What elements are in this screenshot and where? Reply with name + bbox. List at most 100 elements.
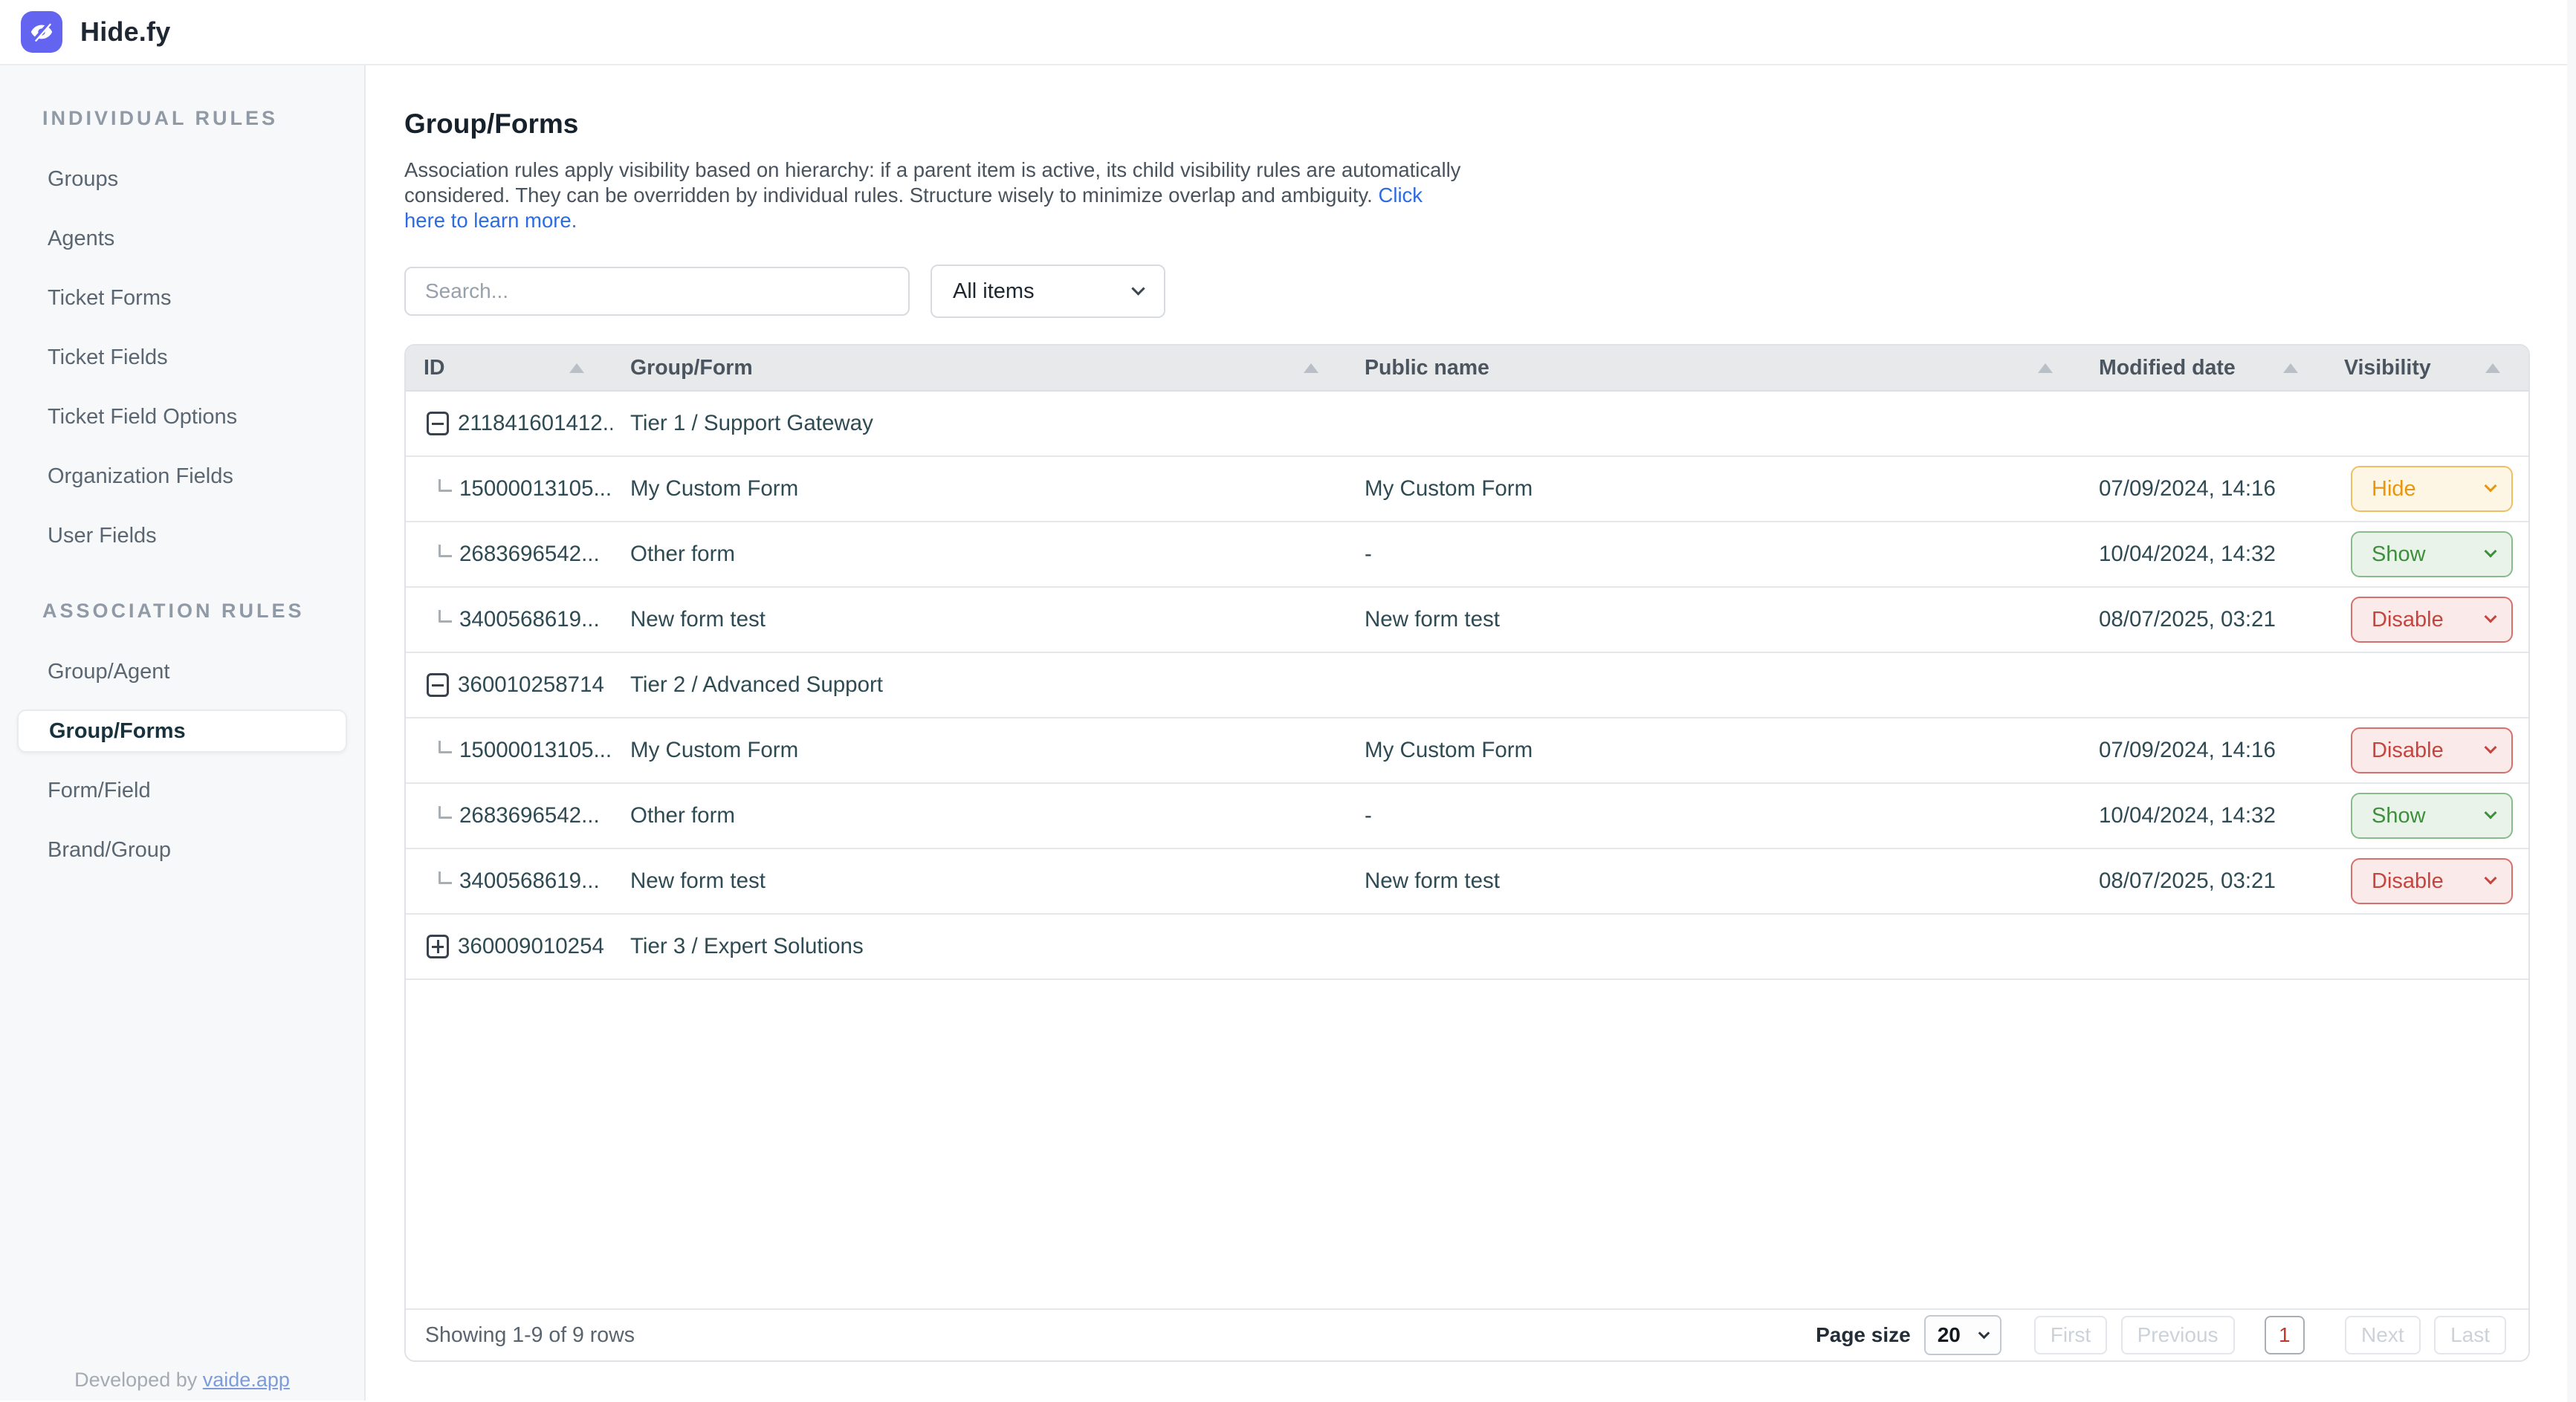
column-label: Group/Form (630, 356, 753, 380)
cell-id: 15000013105... (406, 476, 612, 502)
sidebar-item-brand-group[interactable]: Brand/Group (0, 820, 364, 880)
visibility-value: Disable (2372, 869, 2444, 894)
page-size-label: Page size (1816, 1323, 1911, 1347)
cell-public-name: - (1347, 803, 2081, 828)
sidebar-item-ticket-field-options[interactable]: Ticket Field Options (0, 387, 364, 447)
visibility-select[interactable]: Show (2351, 793, 2513, 839)
page-description: Association rules apply visibility based… (404, 158, 1467, 233)
cell-group-form: Other form (612, 803, 1347, 828)
sort-icon[interactable] (2485, 363, 2500, 373)
cell-id: 360010258714 (406, 672, 612, 698)
visibility-value: Show (2372, 542, 2426, 567)
chevron-down-icon (2485, 480, 2497, 493)
column-header-group-form[interactable]: Group/Form (612, 356, 1347, 380)
cell-visibility: Disable (2326, 858, 2528, 904)
cell-group-form: Other form (612, 542, 1347, 567)
cell-public-name: New form test (1347, 869, 2081, 894)
expand-icon[interactable] (427, 935, 449, 958)
items-filter-select[interactable]: All items (931, 265, 1165, 318)
collapse-icon[interactable] (427, 412, 449, 435)
table-row-child: 15000013105... My Custom Form My Custom … (406, 718, 2528, 784)
table-footer: Showing 1-9 of 9 rows Page size 20 First… (406, 1308, 2528, 1360)
page-size-select[interactable]: 20 (1924, 1315, 2001, 1355)
cell-group-form: New form test (612, 869, 1347, 894)
column-label: Modified date (2099, 356, 2236, 380)
page-button-first: First (2034, 1316, 2107, 1354)
collapse-icon[interactable] (427, 673, 449, 697)
visibility-select[interactable]: Hide (2351, 466, 2513, 512)
sort-icon[interactable] (569, 363, 584, 373)
page-button-next: Next (2345, 1316, 2421, 1354)
id-text: 2683696542... (459, 803, 600, 828)
cell-modified-date: 10/04/2024, 14:32 (2081, 542, 2326, 567)
tree-connector-icon (438, 872, 452, 884)
cell-visibility: Show (2326, 793, 2528, 839)
sidebar-item-group-forms[interactable]: Group/Forms (17, 710, 347, 753)
visibility-value: Disable (2372, 739, 2444, 763)
cell-visibility: Disable (2326, 727, 2528, 773)
cell-visibility: Show (2326, 531, 2528, 577)
tree-connector-icon (438, 610, 452, 623)
visibility-select[interactable]: Disable (2351, 727, 2513, 773)
chevron-down-icon (2485, 872, 2497, 885)
chevron-down-icon (1978, 1328, 1990, 1340)
table-row-group: 360009010254 Tier 3 / Expert Solutions (406, 915, 2528, 980)
table-empty-area (406, 980, 2528, 1308)
id-text: 3400568619... (459, 869, 600, 894)
column-label: ID (424, 356, 445, 380)
sort-icon[interactable] (1304, 363, 1318, 373)
sidebar-item-ticket-forms[interactable]: Ticket Forms (0, 268, 364, 328)
visibility-select[interactable]: Show (2351, 531, 2513, 577)
cell-id: 2683696542... (406, 542, 612, 567)
table-row-child: 3400568619... New form test New form tes… (406, 588, 2528, 653)
app-window: Hide.fy INDIVIDUAL RULES Groups Agents T… (0, 0, 2576, 1402)
app-logo (21, 11, 62, 53)
visibility-select[interactable]: Disable (2351, 597, 2513, 643)
column-header-modified-date[interactable]: Modified date (2081, 356, 2326, 380)
search-input[interactable] (404, 267, 910, 316)
filter-selected-value: All items (953, 279, 1035, 304)
cell-id: 3400568619... (406, 607, 612, 632)
cell-group-form: Tier 3 / Expert Solutions (612, 934, 1347, 959)
sidebar-section-individual-rules: INDIVIDUAL RULES Groups Agents Ticket Fo… (0, 107, 364, 565)
top-bar: Hide.fy (0, 0, 2576, 65)
cell-modified-date: 07/09/2024, 14:16 (2081, 476, 2326, 502)
column-label: Visibility (2344, 356, 2431, 380)
page-button-previous: Previous (2121, 1316, 2235, 1354)
column-header-public-name[interactable]: Public name (1347, 356, 2081, 380)
page-title: Group/Forms (404, 108, 2576, 140)
app-title: Hide.fy (80, 16, 170, 48)
sidebar-section-label: INDIVIDUAL RULES (42, 107, 364, 130)
sidebar-item-organization-fields[interactable]: Organization Fields (0, 447, 364, 506)
tree-connector-icon (438, 479, 452, 492)
description-text: Association rules apply visibility based… (404, 158, 1460, 207)
sidebar-item-group-agent[interactable]: Group/Agent (0, 642, 364, 701)
sidebar-item-form-field[interactable]: Form/Field (0, 761, 364, 820)
column-header-visibility[interactable]: Visibility (2326, 356, 2528, 380)
cell-group-form: Tier 1 / Support Gateway (612, 411, 1347, 436)
sort-icon[interactable] (2038, 363, 2053, 373)
id-text: 360010258714 (458, 672, 604, 698)
table-row-group: 211841601412... Tier 1 / Support Gateway (406, 392, 2528, 457)
vaide-app-link[interactable]: vaide.app (203, 1369, 290, 1391)
scrollbar-track[interactable] (2567, 0, 2576, 1402)
sidebar-footer: Developed by vaide.app (0, 1369, 364, 1392)
visibility-select[interactable]: Disable (2351, 858, 2513, 904)
table-row-child: 2683696542... Other form - 10/04/2024, 1… (406, 784, 2528, 849)
column-label: Public name (1365, 356, 1489, 380)
sidebar-item-ticket-fields[interactable]: Ticket Fields (0, 328, 364, 387)
id-text: 15000013105... (459, 738, 612, 763)
page-button-1[interactable]: 1 (2265, 1316, 2305, 1354)
sidebar-item-groups[interactable]: Groups (0, 149, 364, 209)
id-text: 3400568619... (459, 607, 600, 632)
id-text: 2683696542... (459, 542, 600, 567)
sidebar-item-agents[interactable]: Agents (0, 209, 364, 268)
cell-group-form: New form test (612, 607, 1347, 632)
column-header-id[interactable]: ID (406, 356, 612, 380)
id-text: 360009010254 (458, 934, 604, 959)
cell-id: 360009010254 (406, 934, 612, 959)
sort-icon[interactable] (2283, 363, 2298, 373)
visibility-value: Hide (2372, 477, 2416, 502)
sidebar-item-user-fields[interactable]: User Fields (0, 506, 364, 565)
eye-slash-icon (29, 19, 54, 45)
